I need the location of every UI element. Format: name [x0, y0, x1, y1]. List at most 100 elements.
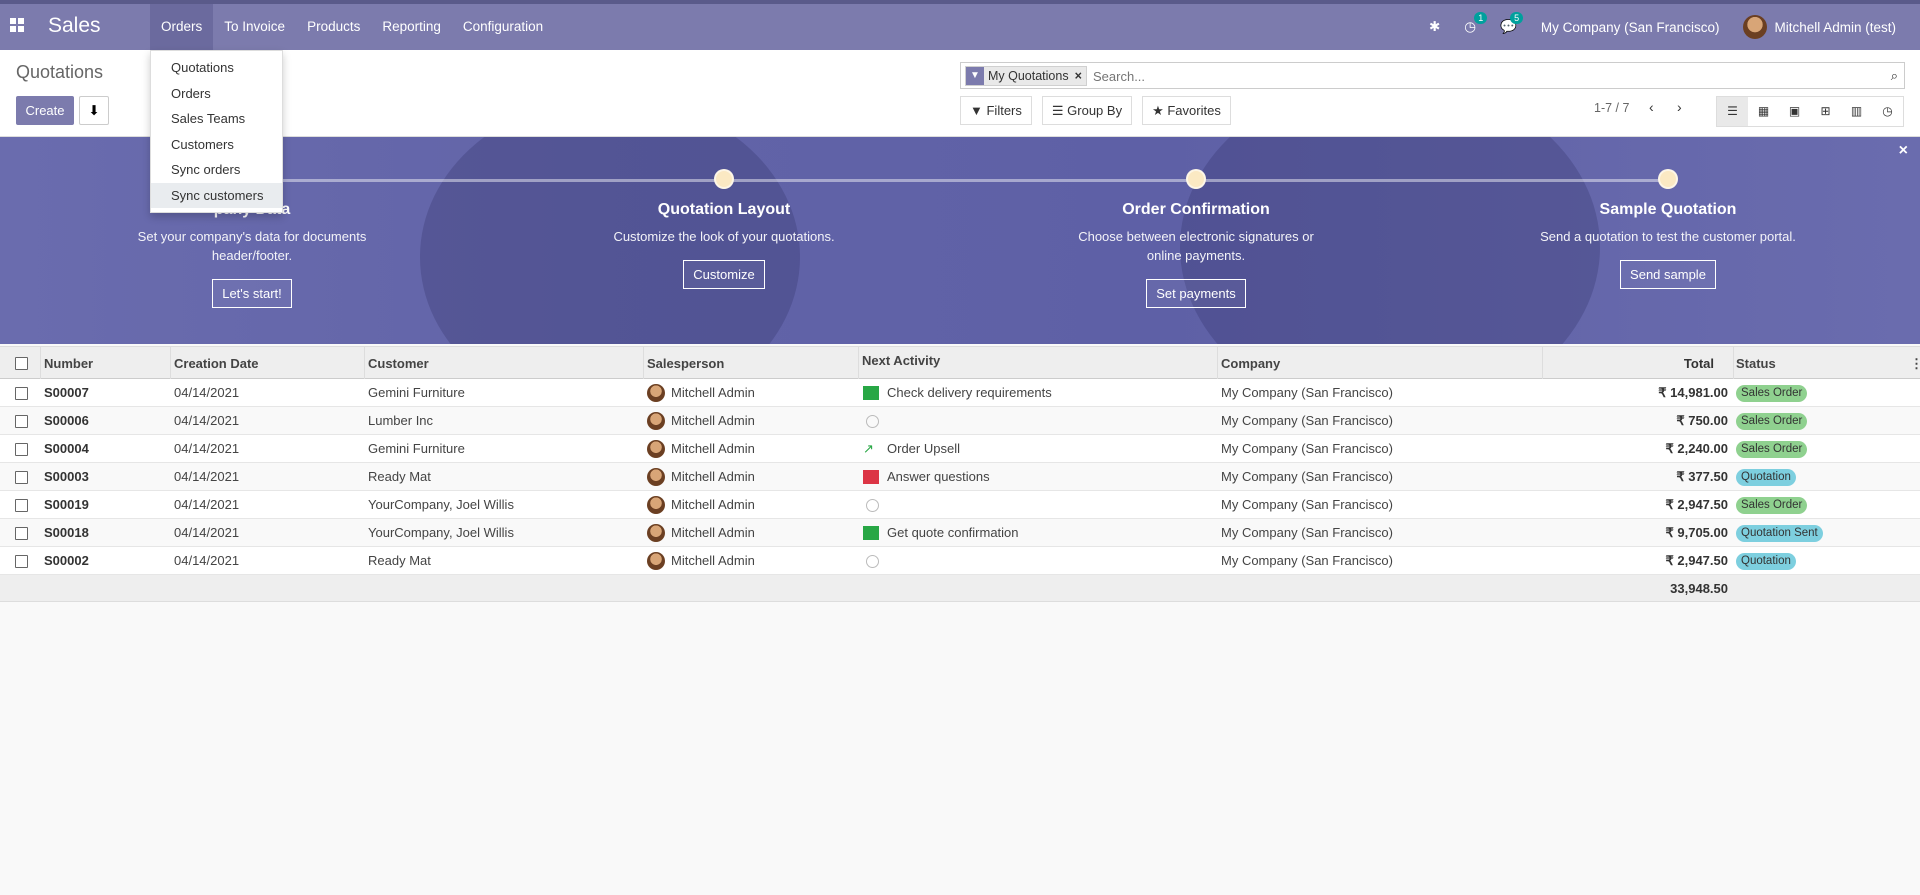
email-icon[interactable] [863, 470, 879, 484]
chart-icon[interactable]: ↗ [863, 435, 879, 456]
col-company[interactable]: Company [1221, 347, 1280, 380]
salesperson-name: Mitchell Admin [671, 441, 755, 456]
col-total[interactable]: Total [1594, 347, 1714, 380]
dropdown-item-quotations[interactable]: Quotations [151, 55, 282, 81]
groupby-button[interactable]: ☰ Group By [1041, 96, 1133, 125]
todo-icon[interactable] [863, 526, 879, 540]
clock-icon[interactable] [866, 555, 879, 568]
company-switcher[interactable]: My Company (San Francisco) [1541, 20, 1720, 35]
col-creation-date[interactable]: Creation Date [174, 347, 259, 380]
dropdown-item-orders[interactable]: Orders [151, 81, 282, 107]
order-number: S00007 [44, 385, 89, 400]
download-button[interactable]: ⬇ [79, 96, 109, 125]
dropdown-item-customers[interactable]: Customers [151, 132, 282, 158]
menu-reporting[interactable]: Reporting [371, 4, 452, 50]
menu-products[interactable]: Products [296, 4, 371, 50]
activity-icon[interactable]: ◷ 1 [1464, 12, 1488, 35]
col-salesperson[interactable]: Salesperson [647, 347, 724, 380]
status-badge: Quotation [1736, 553, 1796, 570]
creation-date: 04/14/2021 [174, 525, 240, 540]
col-status[interactable]: Status [1736, 347, 1776, 380]
menu-to-invoice[interactable]: To Invoice [213, 4, 296, 50]
activity-count-badge: 1 [1474, 12, 1488, 24]
order-total: ₹ 377.50 [1676, 469, 1728, 484]
app-title[interactable]: Sales [48, 14, 101, 38]
row-checkbox[interactable] [15, 527, 28, 540]
table-body: S00007 04/14/2021 Gemini Furniture Mitchell… [0, 379, 1920, 575]
salesperson-avatar [647, 552, 665, 570]
menu-orders[interactable]: Orders [150, 4, 214, 50]
row-checkbox[interactable] [15, 499, 28, 512]
facet-label: My Quotations [988, 69, 1069, 83]
customer-name: Gemini Furniture [368, 385, 465, 400]
creation-date: 04/14/2021 [174, 497, 240, 512]
table-row[interactable]: S00007 04/14/2021 Gemini Furniture Mitchell… [0, 379, 1920, 407]
kanban-view-icon[interactable]: ▦ [1748, 97, 1779, 126]
customer-name: Lumber Inc [368, 413, 434, 428]
favorites-button[interactable]: ★ Favorites [1142, 96, 1231, 125]
activity-summary: Answer questions [887, 469, 990, 484]
step-title: Quotation Layout [657, 201, 791, 218]
step-sample-quotation: Sample Quotation Send a quotation to tes… [1538, 169, 1798, 289]
pivot-view-icon[interactable]: ⊞ [1810, 97, 1841, 126]
table-row[interactable]: S00004 04/14/2021 Gemini Furniture Mitchell… [0, 435, 1920, 463]
row-checkbox[interactable] [15, 443, 28, 456]
order-number: S00002 [44, 553, 89, 568]
table-row[interactable]: S00006 04/14/2021 Lumber Inc Mitchell Admin… [0, 407, 1920, 435]
messages-icon[interactable]: 💬 5 [1500, 12, 1524, 35]
table-row[interactable]: S00002 04/14/2021 Ready Mat Mitchell Admin M… [0, 547, 1920, 575]
order-total: ₹ 2,240.00 [1665, 441, 1729, 456]
user-menu[interactable]: Mitchell Admin (test) [1743, 15, 1896, 39]
pager-previous-icon[interactable]: ‹ [1649, 99, 1654, 115]
todo-icon[interactable] [863, 386, 879, 400]
clock-icon[interactable] [866, 499, 879, 512]
facet-remove-icon[interactable]: × [1075, 69, 1082, 83]
col-number[interactable]: Number [44, 347, 93, 380]
messages-count-badge: 5 [1510, 12, 1524, 24]
search-input[interactable] [1093, 66, 1853, 86]
user-name: Mitchell Admin (test) [1774, 19, 1896, 35]
apps-menu-icon[interactable] [10, 18, 24, 32]
col-customer[interactable]: Customer [368, 347, 429, 380]
lets-start-button[interactable]: Let's start! [212, 279, 292, 308]
close-banner-icon[interactable]: × [1899, 142, 1908, 160]
dropdown-item-sync-orders[interactable]: Sync orders [151, 157, 282, 183]
list-view-icon[interactable]: ☰ [1717, 97, 1748, 126]
pager-value[interactable]: 1-7 / 7 [1594, 101, 1629, 115]
customize-button[interactable]: Customize [683, 260, 765, 289]
debug-bug-icon[interactable]: ✱ [1429, 19, 1440, 35]
table-row[interactable]: S00018 04/14/2021 YourCompany, Joel Willis… [0, 519, 1920, 547]
table-header: Number Creation Date Customer Salesperso… [0, 346, 1920, 380]
view-switcher: ☰ ▦ ▣ ⊞ ▥ ◷ [1716, 96, 1904, 127]
send-sample-button[interactable]: Send sample [1620, 260, 1716, 289]
row-checkbox[interactable] [15, 471, 28, 484]
row-checkbox[interactable] [15, 387, 28, 400]
pager-next-icon[interactable]: › [1677, 99, 1682, 115]
create-button[interactable]: Create [16, 96, 74, 125]
order-total: ₹ 2,947.50 [1665, 553, 1729, 568]
calendar-view-icon[interactable]: ▣ [1779, 97, 1810, 126]
row-checkbox[interactable] [15, 415, 28, 428]
step-description: Send a quotation to test the customer po… [1540, 229, 1796, 244]
col-next-activity[interactable]: Next Activity [862, 347, 940, 375]
dropdown-item-sales-teams[interactable]: Sales Teams [151, 106, 282, 132]
dropdown-item-sync-customers[interactable]: Sync customers [151, 182, 282, 208]
activity-view-icon[interactable]: ◷ [1872, 97, 1903, 126]
filters-button[interactable]: ▼ Filters [960, 96, 1032, 125]
search-icon[interactable]: ⌕ [1891, 68, 1898, 84]
status-badge: Quotation Sent [1736, 525, 1823, 542]
company-name: My Company (San Francisco) [1221, 413, 1393, 428]
company-name: My Company (San Francisco) [1221, 441, 1393, 456]
set-payments-button[interactable]: Set payments [1146, 279, 1246, 308]
main-menu: Orders To Invoice Products Reporting Con… [150, 4, 554, 50]
company-name: My Company (San Francisco) [1221, 497, 1393, 512]
menu-configuration[interactable]: Configuration [452, 4, 554, 50]
row-checkbox[interactable] [15, 555, 28, 568]
optional-columns-icon[interactable]: ⋮ [1910, 347, 1920, 380]
graph-view-icon[interactable]: ▥ [1841, 97, 1872, 126]
clock-icon[interactable] [866, 415, 879, 428]
table-row[interactable]: S00019 04/14/2021 YourCompany, Joel Willis… [0, 491, 1920, 519]
search-facet[interactable]: ▼ My Quotations × [965, 66, 1087, 86]
select-all-checkbox[interactable] [15, 357, 28, 370]
table-row[interactable]: S00003 04/14/2021 Ready Mat Mitchell Admin A… [0, 463, 1920, 491]
